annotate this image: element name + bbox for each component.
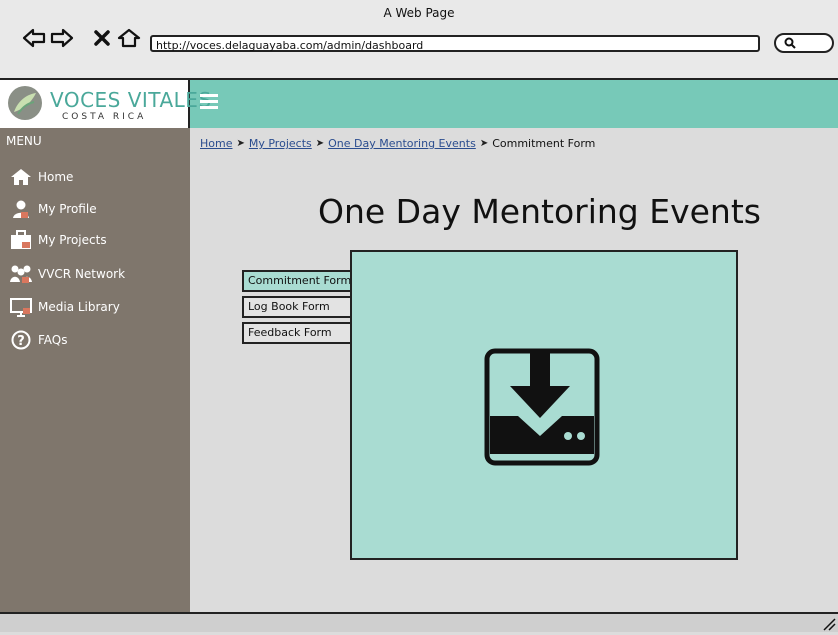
tab-feedback-form[interactable]: Feedback Form [242, 322, 352, 344]
sidebar-item-home[interactable]: Home [10, 166, 73, 188]
close-icon[interactable] [92, 24, 112, 52]
sidebar-item-label: Media Library [38, 300, 120, 314]
browser-search[interactable] [774, 33, 834, 53]
breadcrumb-one-day-mentoring-events[interactable]: One Day Mentoring Events [328, 137, 476, 150]
sidebar-item-label: Home [38, 170, 74, 184]
forward-arrow-icon[interactable] [50, 24, 74, 52]
sidebar-item-my-profile[interactable]: My Profile [10, 198, 97, 220]
sidebar-item-label: My Profile [38, 202, 97, 216]
resize-grip-icon[interactable] [822, 616, 836, 635]
question-icon: ? [10, 330, 32, 350]
sidebar-item-label: My Projects [38, 233, 107, 247]
tab-log-book-form[interactable]: Log Book Form [242, 296, 352, 318]
home-icon[interactable] [116, 24, 142, 52]
hamburger-menu-icon[interactable] [200, 92, 218, 110]
sidebar-item-vvcr-network[interactable]: VVCR Network [10, 263, 125, 285]
sidebar-item-label: FAQs [38, 333, 68, 347]
back-arrow-icon[interactable] [22, 24, 46, 52]
logo-icon [8, 86, 42, 120]
window-title: A Web Page [383, 6, 455, 20]
svg-text:?: ? [17, 334, 25, 349]
menu-label: MENU [6, 134, 42, 148]
home-icon [10, 167, 32, 187]
sidebar-item-media-library[interactable]: Media Library [10, 296, 120, 318]
network-icon [10, 264, 32, 284]
chevron-right-icon: ➤ [315, 138, 325, 149]
chevron-right-icon: ➤ [236, 138, 245, 149]
brand-name: VOCES VITALES [50, 88, 212, 112]
breadcrumb-current: Commitment Form [492, 137, 596, 150]
user-icon [10, 199, 32, 219]
url-bar[interactable]: http://voces.delaguayaba.com/admin/dashb… [150, 35, 760, 52]
breadcrumb-my-projects[interactable]: My Projects [249, 137, 312, 150]
sidebar-item-my-projects[interactable]: My Projects [10, 229, 107, 251]
search-icon [784, 34, 796, 53]
breadcrumb-home[interactable]: Home [200, 137, 232, 150]
tab-commitment-form[interactable]: Commitment Form [242, 270, 352, 292]
sidebar-item-faqs[interactable]: ? FAQs [10, 329, 68, 351]
chevron-right-icon: ➤ [479, 138, 489, 149]
briefcase-icon [10, 230, 32, 250]
sidebar-item-label: VVCR Network [38, 267, 126, 281]
download-icon[interactable] [484, 348, 600, 466]
status-bar [0, 612, 838, 632]
monitor-icon [10, 297, 32, 317]
brand-subtitle: COSTA RICA [62, 112, 147, 122]
page-title: One Day Mentoring Events [318, 192, 761, 231]
breadcrumb: Home ➤ My Projects ➤ One Day Mentoring E… [200, 137, 595, 150]
